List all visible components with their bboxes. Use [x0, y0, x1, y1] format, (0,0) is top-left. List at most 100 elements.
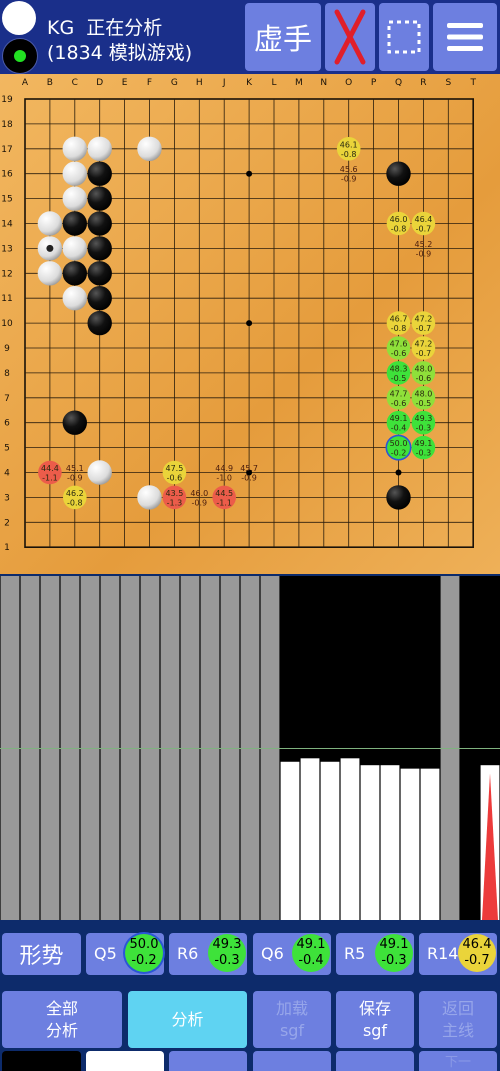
candidate-score-diff-value: -0.3 — [214, 953, 240, 968]
candidate-winrate: 50.0 — [390, 439, 408, 448]
black-stone — [87, 286, 112, 311]
situation-label: 形势 — [19, 944, 64, 969]
candidate-winrate: 49.1 — [414, 439, 432, 448]
candidate-winrate-badge: 49.3 -0.3 — [208, 934, 246, 972]
candidate-move-button[interactable]: R5 49.1 -0.3 — [336, 933, 414, 975]
white-stone — [137, 136, 162, 161]
candidate-score-diff: -0.5 — [391, 374, 407, 383]
row-label: 5 — [4, 444, 10, 454]
candidate-winrate: 45.6 — [340, 165, 358, 174]
candidate-move-button[interactable]: Q6 49.1 -0.4 — [253, 933, 331, 975]
analyze-all-label-line2: 分析 — [45, 1020, 78, 1040]
candidate-score-diff: -0.8 — [391, 324, 407, 333]
white-stone — [137, 485, 162, 510]
black-stone — [62, 211, 87, 236]
row-label: 7 — [4, 394, 10, 404]
candidate-score-diff: -0.9 — [241, 474, 257, 483]
white-stone-button[interactable] — [86, 1051, 164, 1071]
next-button[interactable]: 下一 — [419, 1051, 497, 1071]
hamburger-menu-icon — [447, 23, 483, 51]
candidate-score-diff: -0.9 — [416, 249, 432, 258]
row-label: 3 — [4, 493, 10, 503]
candidate-score-diff: -0.3 — [416, 424, 432, 433]
nav-button-3[interactable] — [336, 1051, 414, 1071]
go-board-grid[interactable]: A B C D E F G H J K L M N O P Q R S T191817161514131211109… — [0, 74, 500, 574]
row-label: 13 — [1, 244, 12, 254]
column-label: C — [72, 78, 78, 88]
select-area-button[interactable] — [379, 3, 429, 71]
candidate-winrate-badge: 49.1 -0.4 — [292, 934, 330, 972]
virtual-move-label: 虚手 — [253, 22, 312, 56]
row-label: 2 — [4, 518, 10, 528]
black-player-stone-icon — [2, 38, 38, 74]
graph-bar-winrate — [300, 758, 320, 920]
black-stone-button[interactable] — [2, 1051, 81, 1071]
load-sgf-label-line2: sgf — [279, 1020, 305, 1040]
go-board[interactable]: A B C D E F G H J K L M N O P Q R S T 19 18 17 16 15 14 13 12 11 10 9… — [0, 74, 500, 574]
column-label: S — [445, 78, 451, 88]
candidate-winrate: 47.2 — [414, 315, 432, 324]
white-stone — [37, 261, 63, 286]
candidate-winrate: 45.7 — [240, 464, 258, 473]
candidate-score-diff-value: -0.2 — [131, 953, 157, 968]
column-label: T — [469, 78, 476, 88]
candidate-winrate: 45.1 — [66, 464, 84, 473]
black-stone — [386, 161, 411, 186]
analyze-button[interactable]: 分析 — [128, 991, 247, 1048]
column-label: G — [171, 78, 178, 88]
graph-bar-winrate — [380, 765, 400, 920]
row-label: 16 — [1, 170, 13, 180]
candidate-winrate-badge: 46.4 -0.7 — [458, 934, 496, 972]
candidate-score-diff: -1.1 — [42, 474, 58, 483]
column-label: R — [420, 78, 426, 88]
row-label: 10 — [1, 319, 13, 329]
black-stone — [62, 410, 87, 435]
close-analysis-button[interactable] — [325, 3, 375, 71]
candidate-move-button[interactable]: R6 49.3 -0.3 — [169, 933, 247, 975]
row-label: 4 — [4, 469, 10, 479]
candidate-winrate: 49.1 — [390, 414, 408, 423]
column-label: E — [122, 78, 128, 88]
column-label: M — [295, 78, 303, 88]
save-sgf-label-line2: sgf — [362, 1020, 388, 1040]
row-label: 8 — [4, 369, 10, 379]
column-label: D — [96, 78, 103, 88]
star-point — [395, 469, 402, 476]
row-label: 6 — [4, 419, 10, 429]
return-mainline-label-line2: 主线 — [441, 1020, 474, 1040]
candidate-score-diff: -0.6 — [391, 349, 407, 358]
save-sgf-button[interactable]: 保存 sgf — [336, 991, 414, 1048]
black-stone — [87, 211, 112, 236]
white-stone — [62, 186, 87, 211]
bottom-toolbar: 全部 分析 分析 加载 sgf 保存 sgf 返回 主线 — [0, 991, 500, 1049]
menu-button[interactable] — [433, 3, 497, 71]
candidate-move-button[interactable]: Q5 50.0 -0.2 — [86, 933, 164, 975]
nav-button-2[interactable] — [253, 1051, 331, 1071]
last-move-marker — [46, 244, 54, 252]
row-label: 18 — [1, 120, 13, 130]
app-header: KG 正在分析 (1834 模拟游戏) 虚手 — [0, 0, 500, 74]
black-stone — [87, 186, 112, 211]
column-label: O — [345, 78, 352, 88]
star-point — [246, 170, 253, 177]
nav-button-1[interactable] — [169, 1051, 247, 1071]
return-mainline-label-line1: 返回 — [441, 998, 474, 1018]
load-sgf-button[interactable]: 加载 sgf — [253, 991, 331, 1048]
candidate-score-diff: -0.2 — [391, 449, 407, 458]
candidate-move-label: Q6 — [261, 944, 284, 963]
row-label: 11 — [1, 294, 12, 304]
row-label: 14 — [1, 220, 13, 230]
situation-button[interactable]: 形势 — [2, 933, 81, 975]
virtual-move-button[interactable]: 虚手 — [245, 3, 321, 71]
return-mainline-button[interactable]: 返回 主线 — [419, 991, 497, 1048]
candidate-score-diff: -0.9 — [191, 498, 207, 507]
candidate-move-button[interactable]: R14 46.4 -0.7 — [419, 933, 497, 975]
candidate-move-label: R6 — [177, 944, 199, 963]
analyze-all-button[interactable]: 全部 分析 — [2, 991, 122, 1048]
candidate-winrate: 46.4 — [414, 215, 432, 224]
row-label: 17 — [1, 145, 12, 155]
candidate-score-diff: -0.7 — [416, 349, 432, 358]
black-stone — [62, 261, 87, 286]
engine-name: KG — [47, 17, 75, 39]
row-label: 1 — [4, 543, 10, 553]
